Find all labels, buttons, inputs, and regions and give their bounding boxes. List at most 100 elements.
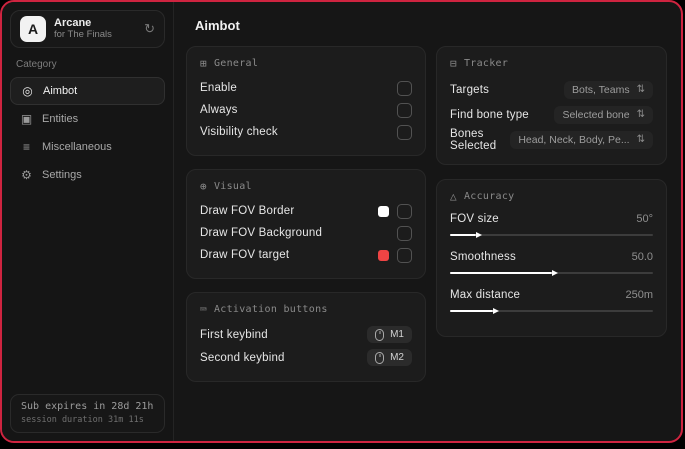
setting-label: Targets — [450, 83, 490, 96]
panel-activation-buttons: ⌨ Activation buttons First keybind M1 Se… — [186, 292, 426, 382]
unfold-icon: ⇅ — [636, 109, 645, 120]
sidebar-item-settings[interactable]: ⚙ Settings — [10, 161, 165, 189]
sidebar-item-label: Entities — [42, 113, 79, 125]
sidebar-item-aimbot[interactable]: ◎ Aimbot — [10, 77, 165, 105]
first-keybind-button[interactable]: M1 — [367, 326, 412, 343]
smoothness-slider[interactable] — [450, 269, 653, 277]
max-distance-slider[interactable] — [450, 307, 653, 315]
bones-selected-dropdown[interactable]: Head, Neck, Body, Pe... ⇅ — [510, 130, 653, 149]
fov-target-color-swatch[interactable] — [378, 249, 389, 261]
setting-row-first-keybind: First keybind M1 — [200, 323, 412, 346]
visibility-check-checkbox[interactable] — [397, 124, 412, 140]
page-title: Aimbot — [195, 18, 240, 33]
setting-label: Enable — [200, 82, 238, 94]
dropdown-value: Bots, Teams — [572, 83, 630, 96]
app-logo: A — [20, 13, 49, 42]
setting-row-visibility-check: Visibility check — [200, 121, 412, 143]
sidebar-nav: ◎ Aimbot ▣ Entities ≡ Miscellaneous ⚙ Se… — [2, 77, 173, 189]
setting-row-bones-selected: Bones Selected Head, Neck, Body, Pe... ⇅ — [450, 127, 653, 152]
fov-border-checkbox[interactable] — [397, 203, 412, 219]
setting-row-enable: Enable — [200, 77, 412, 99]
smoothness-value: 50.0 — [631, 250, 653, 263]
sidebar-item-miscellaneous[interactable]: ≡ Miscellaneous — [10, 133, 165, 161]
brand-text: Arcane for The Finals — [54, 17, 112, 41]
subscription-info-box: Sub expires in 28d 21h session duration … — [10, 394, 165, 433]
setting-label: Max distance — [450, 288, 521, 301]
sidebar: A Arcane for The Finals ↻ Category ◎ Aim… — [2, 2, 174, 441]
setting-row-targets: Targets Bots, Teams ⇅ — [450, 77, 653, 102]
slider-fill — [450, 231, 483, 238]
enable-checkbox[interactable] — [397, 80, 412, 96]
setting-row-fov-background: Draw FOV Background — [200, 222, 412, 244]
setting-label: Draw FOV Border — [200, 205, 295, 217]
setting-label: Visibility check — [200, 126, 278, 138]
targets-dropdown[interactable]: Bots, Teams ⇅ — [564, 80, 653, 99]
setting-row-always: Always — [200, 99, 412, 121]
category-label: Category — [16, 59, 57, 70]
setting-label: Draw FOV target — [200, 249, 290, 261]
setting-row-fov-target: Draw FOV target — [200, 244, 412, 266]
fov-border-color-swatch[interactable] — [378, 205, 389, 217]
panel-title: Accuracy — [463, 191, 515, 202]
fov-size-value: 50° — [636, 212, 653, 225]
panel-title: Activation buttons — [213, 304, 328, 315]
slider-fill — [450, 269, 557, 276]
setting-label: Draw FOV Background — [200, 227, 323, 239]
fov-size-slider[interactable] — [450, 231, 653, 239]
setting-label: Second keybind — [200, 351, 285, 364]
sidebar-item-label: Miscellaneous — [42, 141, 112, 153]
setting-row-second-keybind: Second keybind M2 — [200, 346, 412, 369]
dropdown-value: Selected bone — [562, 108, 630, 121]
panel-title: General — [213, 58, 259, 69]
slider-fill — [450, 307, 499, 314]
accuracy-icon: △ — [450, 190, 457, 203]
fov-target-checkbox[interactable] — [397, 247, 412, 263]
setting-row-fov-size: FOV size 50° — [450, 210, 653, 239]
panel-accuracy: △ Accuracy FOV size 50° Smoothness 50.0 … — [436, 179, 667, 337]
keybind-value: M1 — [390, 329, 404, 340]
brand-title: Arcane — [54, 17, 92, 30]
panel-visual: ⊕ Visual Draw FOV Border Draw FOV Backgr… — [186, 169, 426, 279]
panel-title: Visual — [213, 181, 252, 192]
mouse-icon — [375, 328, 385, 341]
app-window: A Arcane for The Finals ↻ Category ◎ Aim… — [0, 0, 683, 443]
general-icon: ⊞ — [200, 57, 207, 70]
sidebar-item-entities[interactable]: ▣ Entities — [10, 105, 165, 133]
sidebar-item-label: Settings — [42, 169, 82, 181]
setting-row-smoothness: Smoothness 50.0 — [450, 248, 653, 277]
panel-general: ⊞ General Enable Always Visibility check — [186, 46, 426, 156]
panel-tracker: ⊟ Tracker Targets Bots, Teams ⇅ Find bon… — [436, 46, 667, 165]
always-checkbox[interactable] — [397, 102, 412, 118]
setting-label: Smoothness — [450, 250, 516, 263]
setting-row-fov-border: Draw FOV Border — [200, 200, 412, 222]
max-distance-value: 250m — [625, 288, 653, 301]
setting-row-find-bone-type: Find bone type Selected bone ⇅ — [450, 102, 653, 127]
setting-label: Find bone type — [450, 108, 529, 121]
sliders-icon: ≡ — [22, 140, 30, 154]
refresh-icon[interactable]: ↻ — [144, 21, 155, 37]
main-content: Aimbot ⊞ General Enable Always Visibilit… — [174, 2, 681, 441]
setting-label: First keybind — [200, 328, 268, 341]
subscription-expiry: Sub expires in 28d 21h — [21, 401, 154, 412]
second-keybind-button[interactable]: M2 — [367, 349, 412, 366]
keybind-value: M2 — [390, 352, 404, 363]
mouse-icon — [375, 351, 385, 364]
fov-background-checkbox[interactable] — [397, 225, 412, 241]
gear-icon: ⚙ — [21, 168, 32, 182]
crosshair-icon: ◎ — [22, 84, 33, 98]
tracker-icon: ⊟ — [450, 57, 457, 70]
find-bone-type-dropdown[interactable]: Selected bone ⇅ — [554, 105, 653, 124]
panel-title: Tracker — [463, 58, 509, 69]
unfold-icon: ⇅ — [636, 84, 645, 95]
keyboard-icon: ⌨ — [200, 303, 207, 316]
dropdown-value: Head, Neck, Body, Pe... — [518, 133, 630, 146]
setting-row-max-distance: Max distance 250m — [450, 286, 653, 315]
session-duration: session duration 31m 11s — [21, 415, 144, 425]
sidebar-item-label: Aimbot — [43, 85, 78, 97]
brand-subtitle: for The Finals — [54, 28, 112, 40]
setting-label: FOV size — [450, 212, 499, 225]
setting-label: Always — [200, 104, 238, 116]
visual-icon: ⊕ — [200, 180, 207, 193]
brand-card: A Arcane for The Finals ↻ — [10, 10, 165, 48]
unfold-icon: ⇅ — [636, 134, 645, 145]
